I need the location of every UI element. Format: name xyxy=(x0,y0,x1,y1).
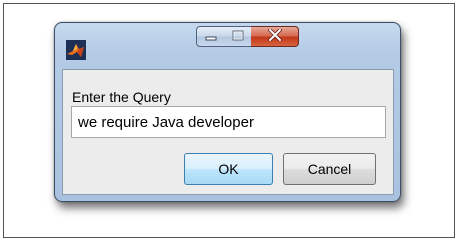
ok-button[interactable]: OK xyxy=(184,153,273,185)
screenshot-frame: Enter the Query OK Cancel xyxy=(3,3,455,238)
query-dialog: Enter the Query OK Cancel xyxy=(54,22,401,202)
dialog-content: Enter the Query OK Cancel xyxy=(62,69,394,195)
query-prompt-label: Enter the Query xyxy=(72,89,171,105)
close-button[interactable] xyxy=(251,26,299,47)
matlab-logo-icon xyxy=(66,40,86,60)
query-input[interactable] xyxy=(71,106,386,138)
title-bar[interactable] xyxy=(55,23,400,67)
close-icon xyxy=(267,27,282,46)
minimize-button[interactable] xyxy=(196,26,225,47)
cancel-button[interactable]: Cancel xyxy=(283,153,376,185)
maximize-icon xyxy=(232,28,244,46)
minimize-icon xyxy=(205,28,217,46)
maximize-button[interactable] xyxy=(224,26,252,47)
